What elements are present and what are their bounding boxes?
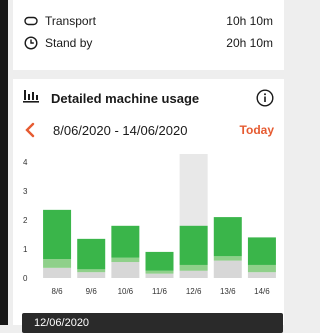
chevron-left-icon[interactable] bbox=[23, 122, 37, 138]
x-tick-label: 9/6 bbox=[86, 287, 98, 296]
bar-segment bbox=[77, 272, 106, 278]
summary-row-standby: Stand by 20h 10m bbox=[23, 32, 273, 54]
bar-segment bbox=[179, 270, 208, 278]
summary-value: 10h 10m bbox=[226, 14, 273, 28]
machine-usage-card: Detailed machine usage 8/06/2020 - 14/06… bbox=[13, 79, 284, 325]
info-icon[interactable] bbox=[256, 89, 274, 107]
bar-segment bbox=[43, 267, 72, 278]
y-tick-label: 0 bbox=[23, 274, 28, 283]
x-tick-label: 8/6 bbox=[52, 287, 64, 296]
bar-segment bbox=[43, 209, 72, 260]
y-tick-label: 1 bbox=[23, 245, 28, 254]
date-tooltip: 12/06/2020 bbox=[22, 313, 283, 333]
bar-segment bbox=[111, 262, 140, 278]
bar-segment bbox=[111, 257, 140, 263]
left-edge bbox=[0, 0, 8, 325]
date-navigator: 8/06/2020 - 14/06/2020 Today bbox=[23, 119, 274, 141]
bar-segment bbox=[247, 264, 276, 273]
x-tick-label: 13/6 bbox=[220, 287, 236, 296]
summary-row-transport: Transport 10h 10m bbox=[23, 10, 273, 32]
x-tick-label: 10/6 bbox=[118, 287, 134, 296]
usage-header: Detailed machine usage bbox=[23, 87, 274, 109]
bar-segment bbox=[145, 270, 174, 274]
bar-segment bbox=[179, 264, 208, 271]
bar-segment bbox=[145, 273, 174, 278]
clock-icon bbox=[23, 35, 39, 51]
today-button[interactable]: Today bbox=[240, 123, 274, 137]
y-tick-label: 2 bbox=[23, 216, 28, 225]
bar-segment bbox=[77, 269, 106, 273]
bar-chart-icon bbox=[23, 89, 39, 108]
y-tick-label: 4 bbox=[23, 158, 28, 167]
bar-segment bbox=[213, 260, 242, 278]
x-tick-label: 11/6 bbox=[152, 287, 168, 296]
bar-segment bbox=[179, 225, 208, 265]
summary-label: Transport bbox=[45, 14, 96, 28]
x-tick-label: 12/6 bbox=[186, 287, 202, 296]
summary-value: 20h 10m bbox=[226, 36, 273, 50]
date-range: 8/06/2020 - 14/06/2020 bbox=[53, 122, 188, 138]
bar-segment bbox=[145, 251, 174, 271]
transport-icon bbox=[23, 13, 39, 29]
usage-title: Detailed machine usage bbox=[51, 90, 200, 106]
bar-segment bbox=[77, 238, 106, 270]
bar-segment bbox=[213, 256, 242, 261]
bar-segment bbox=[247, 237, 276, 265]
summary-label: Stand by bbox=[45, 36, 93, 50]
bar-segment bbox=[43, 259, 72, 268]
usage-bar-chart: 0 1 2 3 4 8/6 9/6 10/6 11/6 12/6 13/6 14/6 bbox=[23, 154, 276, 296]
usage-summary-card: Transport 10h 10m Stand by 20h 10m bbox=[13, 0, 284, 70]
bar-segment bbox=[247, 272, 276, 278]
y-tick-label: 3 bbox=[23, 187, 28, 196]
bar-segment bbox=[111, 225, 140, 258]
x-tick-label: 14/6 bbox=[254, 287, 270, 296]
bar-segment bbox=[213, 217, 242, 257]
